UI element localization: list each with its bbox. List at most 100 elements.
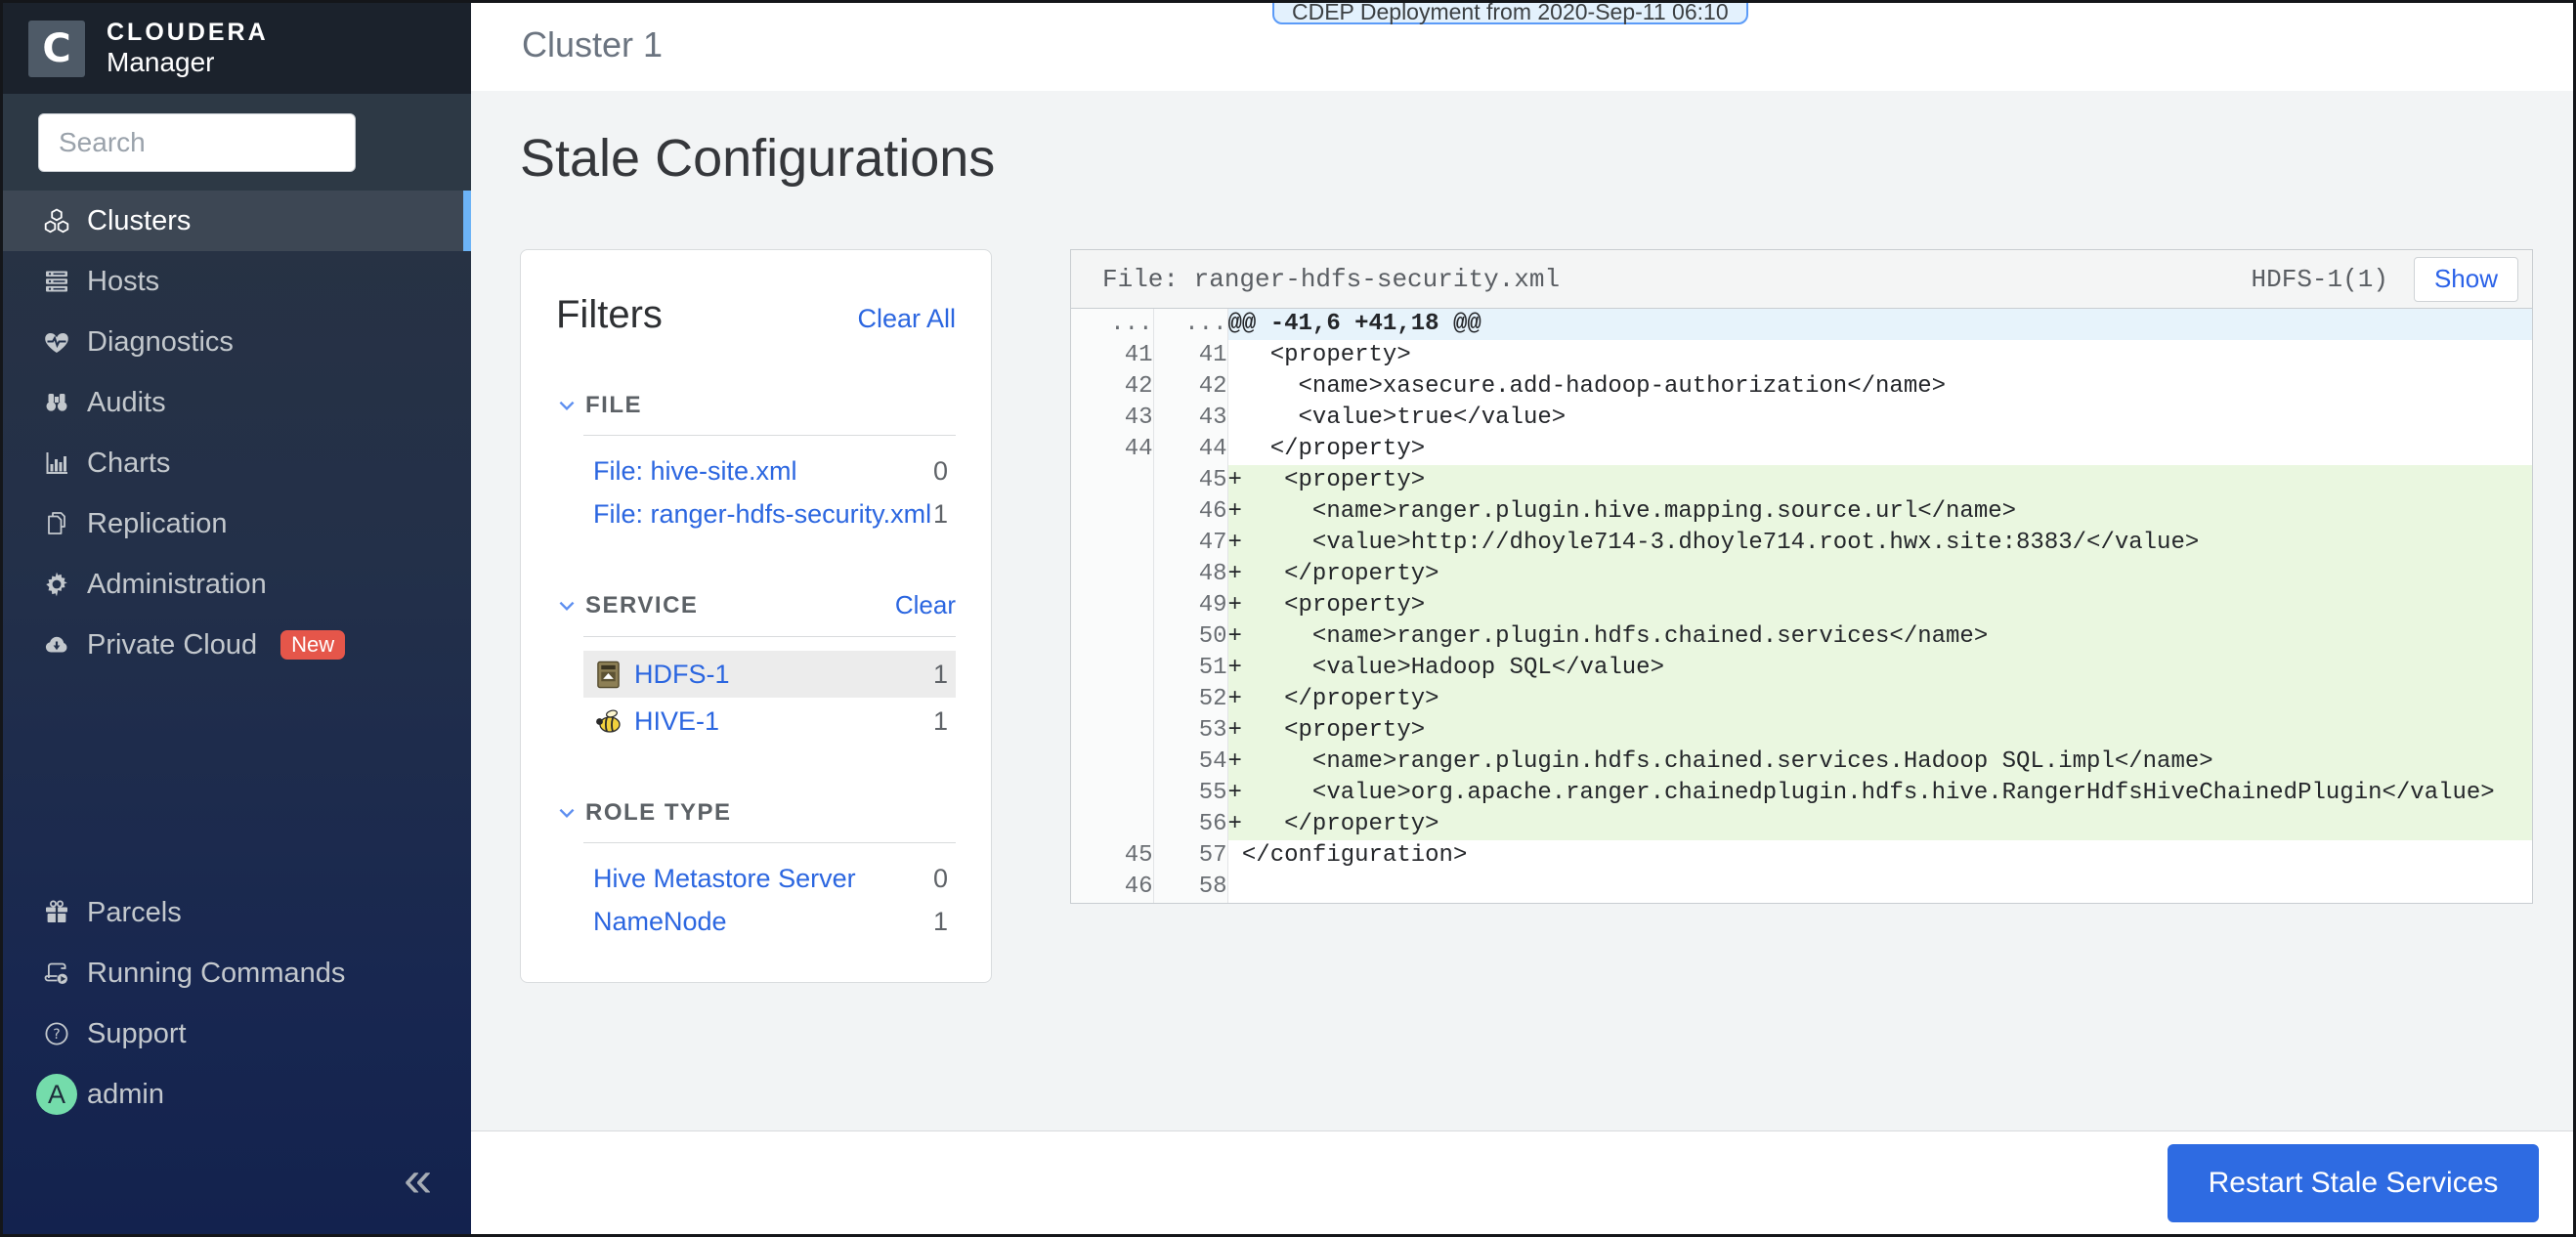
sidebar-item-label: Audits	[87, 387, 166, 419]
filter-section-header: SERVICEClear	[556, 590, 956, 620]
sidebar-menu: Clusters Hosts Diagnostics Audits Charts Repl…	[3, 191, 471, 675]
sidebar-item-administration[interactable]: Administration	[3, 554, 471, 615]
old-line-number: 46	[1071, 872, 1153, 903]
sidebar-item-audits[interactable]: Audits	[3, 372, 471, 433]
show-button[interactable]: Show	[2414, 257, 2518, 302]
sidebar-item-running-commands[interactable]: Running Commands	[3, 943, 471, 1003]
brand-line1: CLOUDERA	[107, 20, 269, 45]
hdfs-icon	[593, 660, 623, 689]
sidebar-item-label: Diagnostics	[87, 326, 234, 359]
search-input[interactable]	[38, 113, 356, 172]
filter-item-namenode[interactable]: NameNode1	[583, 900, 956, 943]
diff-table: ......@@ -41,6 +41,18 @@4141 <property>4…	[1071, 309, 2532, 903]
diff-line: 4557 </configuration>	[1071, 840, 2532, 872]
diff-code	[1227, 872, 2532, 903]
clear-section-link[interactable]: Clear	[895, 590, 956, 620]
old-line-number: 42	[1071, 371, 1153, 403]
replication-icon	[42, 509, 71, 538]
sidebar-item-admin[interactable]: Aadmin	[3, 1064, 471, 1125]
filter-item-label[interactable]: HDFS-1	[634, 660, 933, 690]
sidebar-item-label: Private Cloud	[87, 629, 257, 661]
clear-all-link[interactable]: Clear All	[857, 304, 956, 334]
filter-item-file-hive-site-xml[interactable]: File: hive-site.xml0	[583, 449, 956, 492]
diff-code: <value>true</value>	[1227, 403, 2532, 434]
diff-code: + </property>	[1227, 559, 2532, 590]
chevron-down-icon[interactable]	[556, 395, 578, 416]
new-line-number: 47	[1153, 528, 1227, 559]
diff-line: 4444 </property>	[1071, 434, 2532, 465]
diff-code: + <name>ranger.plugin.hive.mapping.sourc…	[1227, 496, 2532, 528]
old-line-number	[1071, 746, 1153, 778]
filter-section-role-type: ROLE TYPEHive Metastore Server0NameNode1	[556, 799, 956, 943]
filter-item-label[interactable]: NameNode	[593, 907, 933, 937]
brand-text: CLOUDERA Manager	[107, 20, 269, 77]
sidebar-item-replication[interactable]: Replication	[3, 493, 471, 554]
filter-item-hive-metastore-server[interactable]: Hive Metastore Server0	[583, 857, 956, 900]
restart-stale-services-button[interactable]: Restart Stale Services	[2168, 1144, 2539, 1222]
diff-line: 46+ <name>ranger.plugin.hive.mapping.sou…	[1071, 496, 2532, 528]
filter-item-label[interactable]: File: hive-site.xml	[593, 456, 933, 487]
cluster-name: Cluster 1	[522, 24, 663, 65]
collapse-icon[interactable]: «	[404, 1154, 432, 1205]
old-line-number: 43	[1071, 403, 1153, 434]
diff-line: 49+ <property>	[1071, 590, 2532, 621]
sidebar-item-label: Running Commands	[87, 958, 345, 990]
sidebar-collapse[interactable]: «	[3, 1125, 471, 1234]
new-line-number: 52	[1153, 684, 1227, 715]
audits-icon	[42, 388, 71, 417]
clusters-icon	[42, 206, 71, 235]
diff-line: 47+ <value>http://dhoyle714-3.dhoyle714.…	[1071, 528, 2532, 559]
old-line-number: 44	[1071, 434, 1153, 465]
diff-code: + <property>	[1227, 590, 2532, 621]
diff-line: 56+ </property>	[1071, 809, 2532, 840]
app-window: C CLOUDERA Manager ClustersHostsDiagnost…	[0, 0, 2576, 1237]
new-line-number: 53	[1153, 715, 1227, 746]
sidebar-item-label: Clusters	[87, 205, 191, 237]
new-line-number: 42	[1153, 371, 1227, 403]
filter-item-label[interactable]: HIVE-1	[634, 706, 933, 737]
diff-code: + <value>Hadoop SQL</value>	[1227, 653, 2532, 684]
diff-code: + <property>	[1227, 465, 2532, 496]
filter-item-count: 1	[933, 907, 948, 937]
filter-section-file: FILEFile: hive-site.xml0File: ranger-hdf…	[556, 392, 956, 535]
sidebar-item-label: Replication	[87, 508, 227, 540]
private-cloud-icon	[42, 630, 71, 660]
diff-line: 52+ </property>	[1071, 684, 2532, 715]
sidebar-item-charts[interactable]: Charts	[3, 433, 471, 493]
filter-item-hdfs-1[interactable]: HDFS-11	[583, 651, 956, 698]
new-line-number: 44	[1153, 434, 1227, 465]
diff-code: + <name>ranger.plugin.hdfs.chained.servi…	[1227, 621, 2532, 653]
administration-icon	[42, 570, 71, 599]
new-line-number: 55	[1153, 778, 1227, 809]
new-line-number: 51	[1153, 653, 1227, 684]
new-line-number: 48	[1153, 559, 1227, 590]
old-line-number	[1071, 684, 1153, 715]
diff-code: + <name>ranger.plugin.hdfs.chained.servi…	[1227, 746, 2532, 778]
sidebar-item-hosts[interactable]: Hosts	[3, 251, 471, 312]
filter-item-count: 0	[933, 456, 948, 487]
new-line-number: ...	[1153, 309, 1227, 340]
chevron-down-icon[interactable]	[556, 802, 578, 824]
filters-panel: Filters Clear All FILEFile: hive-site.xm…	[520, 249, 992, 983]
filter-item-file-ranger-hdfs-security-xml[interactable]: File: ranger-hdfs-security.xml1	[583, 492, 956, 535]
filter-item-hive-1[interactable]: HIVE-11	[583, 698, 956, 745]
hosts-icon	[42, 267, 71, 296]
old-line-number	[1071, 621, 1153, 653]
chevron-down-icon[interactable]	[556, 595, 578, 617]
filter-item-label[interactable]: Hive Metastore Server	[593, 864, 933, 894]
diagnostics-icon	[42, 327, 71, 357]
old-line-number	[1071, 653, 1153, 684]
sidebar-item-private-cloud[interactable]: Private CloudNew	[3, 615, 471, 675]
new-line-number: 56	[1153, 809, 1227, 840]
sidebar-item-clusters[interactable]: Clusters	[3, 191, 471, 251]
sidebar-item-support[interactable]: ?Support	[3, 1003, 471, 1064]
diff-code: @@ -41,6 +41,18 @@	[1227, 309, 2532, 340]
filter-item-label[interactable]: File: ranger-hdfs-security.xml	[593, 499, 933, 530]
footer-bar: Restart Stale Services	[471, 1130, 2573, 1234]
deployment-banner[interactable]: CDEP Deployment from 2020-Sep-11 06:10	[1272, 0, 1748, 24]
sidebar-item-parcels[interactable]: Parcels	[3, 882, 471, 943]
sidebar-item-diagnostics[interactable]: Diagnostics	[3, 312, 471, 372]
new-line-number: 43	[1153, 403, 1227, 434]
old-line-number	[1071, 465, 1153, 496]
diff-line: 50+ <name>ranger.plugin.hdfs.chained.ser…	[1071, 621, 2532, 653]
